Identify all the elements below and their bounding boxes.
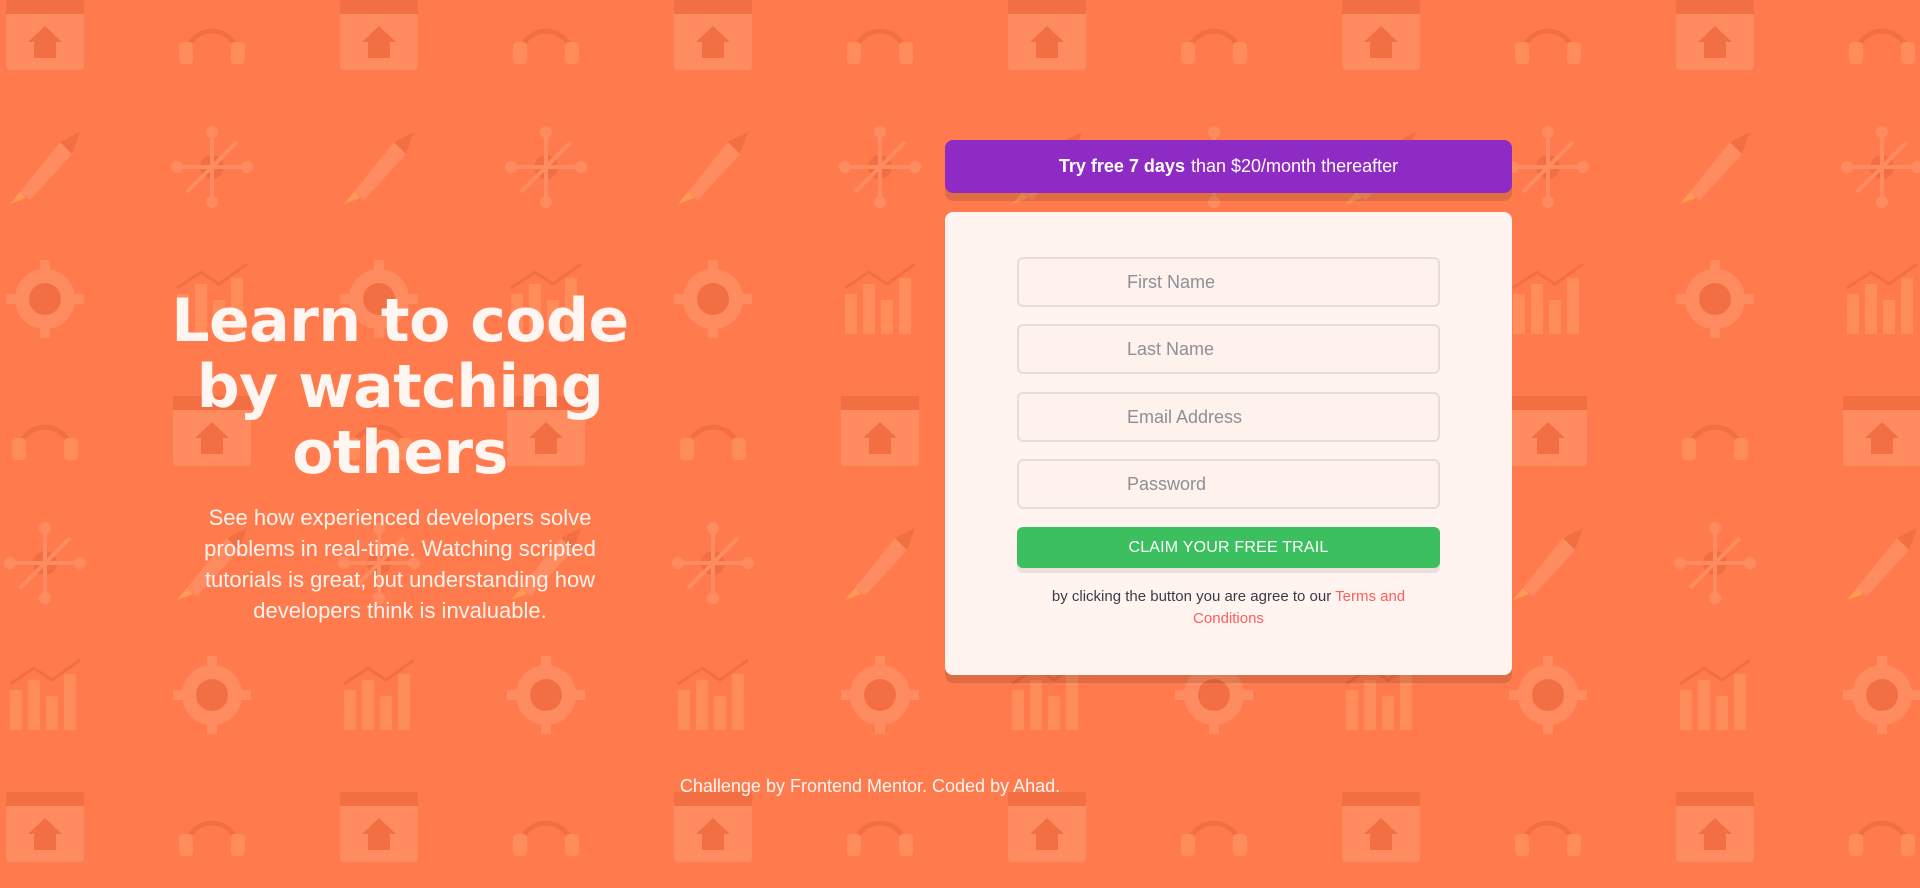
background-pattern-icon (835, 650, 925, 740)
background-pattern-icon (668, 518, 758, 608)
background-pattern-icon (1837, 650, 1920, 740)
background-pattern-icon (1837, 782, 1920, 872)
footer-attribution: Challenge by Frontend Mentor. Coded by A… (679, 776, 1061, 796)
promo-text: than $20/month thereafter (1190, 156, 1399, 176)
background-pattern-icon (1503, 122, 1593, 212)
promo-banner: Try free 7 days than $20/month thereafte… (945, 140, 1512, 193)
background-pattern-icon (334, 650, 424, 740)
promo-bold-text: Try free 7 days (1058, 156, 1185, 176)
hero-description: See how experienced developers solve pro… (204, 505, 596, 623)
terms-prefix: by clicking the button you are agree to … (1051, 588, 1332, 605)
password-input[interactable] (1017, 459, 1440, 509)
background-pattern-icon (1837, 254, 1920, 344)
background-pattern-icon (0, 0, 90, 80)
background-pattern-icon (668, 0, 758, 80)
background-pattern-icon (1837, 386, 1920, 476)
background-pattern-icon (1169, 0, 1259, 80)
background-pattern-icon (1670, 254, 1760, 344)
background-pattern-icon (0, 122, 90, 212)
background-pattern-icon (1670, 650, 1760, 740)
background-pattern-icon (1670, 0, 1760, 80)
terms-notice: by clicking the button you are agree to … (1017, 586, 1440, 630)
background-pattern-icon (1503, 650, 1593, 740)
claim-free-trial-button[interactable]: Claim your free trail (1017, 527, 1440, 568)
background-pattern-icon (835, 254, 925, 344)
background-pattern-icon (334, 122, 424, 212)
background-pattern-icon (1837, 122, 1920, 212)
first-name-input[interactable] (1017, 257, 1440, 307)
email-input[interactable] (1017, 392, 1440, 442)
background-pattern-icon (1503, 386, 1593, 476)
background-pattern-icon (1670, 122, 1760, 212)
background-pattern-icon (167, 650, 257, 740)
background-pattern-icon (0, 650, 90, 740)
background-pattern-icon (1002, 0, 1092, 80)
background-pattern-icon (835, 518, 925, 608)
background-pattern-icon (334, 0, 424, 80)
hero-title: Learn to code by watching others (171, 286, 629, 488)
background-pattern-icon (167, 122, 257, 212)
signup-form: Claim your free trail by clicking the bu… (945, 212, 1512, 675)
last-name-input[interactable] (1017, 324, 1440, 374)
background-pattern-icon (835, 386, 925, 476)
background-pattern-icon (668, 650, 758, 740)
background-pattern-icon (668, 386, 758, 476)
background-pattern-icon (0, 518, 90, 608)
background-pattern-icon (1670, 518, 1760, 608)
background-pattern-icon (1503, 254, 1593, 344)
background-pattern-icon (668, 122, 758, 212)
background-pattern-icon (1503, 518, 1593, 608)
background-pattern-icon (501, 122, 591, 212)
background-pattern-icon (501, 650, 591, 740)
background-pattern-icon (668, 254, 758, 344)
background-pattern-icon (501, 0, 591, 80)
background-pattern-icon (1670, 386, 1760, 476)
background-pattern-icon (1336, 0, 1426, 80)
background-pattern-icon (1837, 518, 1920, 608)
background-pattern-icon (0, 386, 90, 476)
background-pattern-icon (167, 0, 257, 80)
background-pattern-icon (1837, 0, 1920, 80)
hero-section: Learn to code by watching others See how… (170, 288, 630, 626)
background-pattern-icon (1503, 0, 1593, 80)
background-pattern-icon (835, 122, 925, 212)
background-pattern-icon (0, 254, 90, 344)
background-pattern-icon (835, 0, 925, 80)
